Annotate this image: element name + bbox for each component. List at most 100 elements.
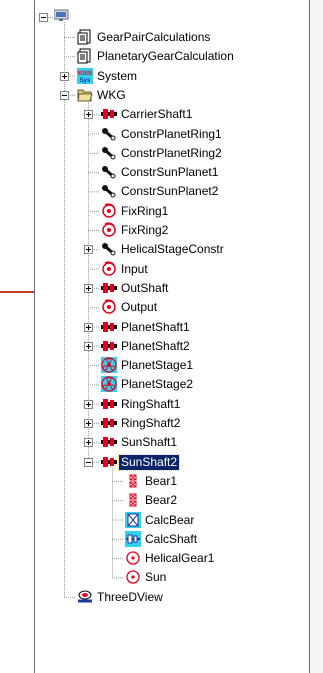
expand-toggle-system[interactable] <box>60 71 69 81</box>
tree-node-input[interactable]: Input <box>0 260 300 279</box>
gear-icon <box>125 569 141 585</box>
expand-toggle-helicalstageconstr[interactable] <box>84 245 93 255</box>
kiss-sys-icon: KISS Sys <box>77 67 93 84</box>
tree-node-output[interactable]: Output <box>0 298 300 317</box>
tree-node-label[interactable]: CalcShaft <box>143 532 199 547</box>
tree-node-bear1[interactable]: Bear1 <box>0 472 300 491</box>
expand-toggle-planetshaft1[interactable] <box>84 322 93 332</box>
tree-node-label[interactable]: Bear2 <box>143 493 179 508</box>
calc-shaft-icon <box>125 530 141 547</box>
tree-node-label[interactable]: PlanetShaft1 <box>119 320 192 335</box>
planet-stage-icon <box>101 376 117 393</box>
expand-toggle-ringshaft2[interactable] <box>84 419 93 428</box>
expand-toggle-sunshaft1[interactable] <box>84 438 93 448</box>
tree-node-constrplanetring1[interactable]: ConstrPlanetRing1 <box>0 125 300 144</box>
tree-node-planetshaft1[interactable]: PlanetShaft1 <box>0 318 300 337</box>
shaft-icon <box>101 454 117 470</box>
shaft-icon <box>101 338 117 354</box>
tree-node-label[interactable]: ConstrPlanetRing2 <box>119 146 224 161</box>
gear-icon <box>125 550 141 566</box>
tree-node-label[interactable]: FixRing2 <box>119 223 170 238</box>
shaft-icon <box>101 106 117 122</box>
tree-node-planetstage2[interactable]: PlanetStage2 <box>0 375 300 394</box>
tree-node-constrsunplanet2[interactable]: ConstrSunPlanet2 <box>0 182 300 201</box>
expand-toggle-outshaft[interactable] <box>84 283 93 293</box>
tree-node-label[interactable]: SunShaft1 <box>119 435 179 450</box>
tree-node-planetstage1[interactable]: PlanetStage1 <box>0 356 300 375</box>
tree-node-label[interactable]: CalcBear <box>143 513 196 528</box>
constraint-icon <box>101 126 117 142</box>
tree-node-carriershaft1[interactable]: CarrierShaft1 <box>0 105 300 124</box>
tree-node-label[interactable]: ConstrPlanetRing1 <box>119 127 224 142</box>
svg-text:Sys: Sys <box>80 78 91 84</box>
tree-node-bear2[interactable]: Bear2 <box>0 491 300 510</box>
tree-node-calcbear[interactable]: CalcBear <box>0 511 300 530</box>
tree-node-label[interactable]: PlanetaryGearCalculation <box>95 49 236 64</box>
tree-node-label[interactable]: PlanetStage2 <box>119 377 195 392</box>
tree-node-wkg[interactable]: WKG <box>0 86 300 105</box>
fix-icon <box>101 203 117 219</box>
tree-node-label[interactable]: PlanetShaft2 <box>119 339 192 354</box>
tree-node-ringshaft2[interactable]: RingShaft2 <box>0 414 300 433</box>
tree-node-label[interactable]: Output <box>119 300 159 315</box>
collapse-toggle-wkg[interactable] <box>60 90 69 100</box>
tree-node-planetshaft2[interactable]: PlanetShaft2 <box>0 337 300 356</box>
tree-root-icon <box>54 9 70 25</box>
bearing-icon <box>125 492 141 508</box>
tree-node-ringshaft1[interactable]: RingShaft1 <box>0 395 300 414</box>
tree-node-label[interactable]: CarrierShaft1 <box>119 107 194 122</box>
tree-node-label[interactable]: SunShaft2 <box>117 453 181 471</box>
tree-node-label[interactable]: Sun <box>143 570 168 585</box>
shaft-icon <box>101 396 117 412</box>
tree-node-label[interactable]: PlanetStage1 <box>119 358 195 373</box>
shaft-icon <box>101 280 117 296</box>
fix-icon <box>101 222 117 238</box>
tree-node-calcshaft[interactable]: CalcShaft <box>0 530 300 549</box>
tree-node-constrplanetring2[interactable]: ConstrPlanetRing2 <box>0 144 300 163</box>
tree-node-label[interactable]: Input <box>119 262 150 277</box>
expand-toggle-ringshaft1[interactable] <box>84 399 93 409</box>
collapse-toggle-sunshaft2[interactable] <box>84 457 93 467</box>
tree-node-label[interactable]: ConstrSunPlanet1 <box>119 165 220 180</box>
tree-node-fixring2[interactable]: FixRing2 <box>0 221 300 240</box>
tree-node-outshaft[interactable]: OutShaft <box>0 279 300 298</box>
document-icon <box>77 48 93 64</box>
document-icon <box>77 29 93 45</box>
calc-bearing-icon <box>125 511 141 528</box>
tree-node-label[interactable]: HelicalStageConstr <box>119 242 226 257</box>
expand-toggle-planetshaft2[interactable] <box>84 341 93 351</box>
expand-toggle-carriershaft1[interactable] <box>84 110 93 120</box>
tree-node-sunshaft2[interactable]: SunShaft2 <box>0 453 300 472</box>
tree-node-label[interactable]: ThreeDView <box>95 590 165 605</box>
tree-node-label[interactable]: WKG <box>95 88 128 103</box>
constraint-icon <box>101 145 117 161</box>
tree-node-fixring1[interactable]: FixRing1 <box>0 202 300 221</box>
tree-node-constrsunplanet1[interactable]: ConstrSunPlanet1 <box>0 163 300 182</box>
tree-node-label[interactable]: GearPairCalculations <box>95 30 212 45</box>
svg-text:KISS: KISS <box>78 71 92 77</box>
scrollbar-track[interactable] <box>310 0 323 673</box>
tree-node-helicalgear1[interactable]: HelicalGear1 <box>0 549 300 568</box>
tree-node-system[interactable]: KISS Sys System <box>0 67 300 86</box>
tree-node-helicalstageconstr[interactable]: HelicalStageConstr <box>0 240 300 259</box>
tree-node-sunshaft1[interactable]: SunShaft1 <box>0 433 300 452</box>
tree-node-label[interactable]: RingShaft1 <box>119 397 182 412</box>
tree-node-label[interactable]: ConstrSunPlanet2 <box>119 184 220 199</box>
tree-node-gearpaircalculations[interactable]: GearPairCalculations <box>0 28 300 47</box>
tree-node-threedview[interactable]: ThreeDView <box>0 588 300 607</box>
three-d-view-icon <box>77 589 93 605</box>
tree-node-label[interactable]: FixRing1 <box>119 204 170 219</box>
shaft-icon <box>101 415 117 431</box>
planet-stage-icon <box>101 357 117 374</box>
tree-node-label[interactable]: RingShaft2 <box>119 416 182 431</box>
tree-node-label[interactable]: System <box>95 69 139 84</box>
constraint-icon <box>101 183 117 199</box>
tree-node-sun[interactable]: Sun <box>0 568 300 587</box>
constraint-icon <box>101 164 117 180</box>
tree-node-planetarygearcalculation[interactable]: PlanetaryGearCalculation <box>0 47 300 66</box>
root-collapse-toggle[interactable] <box>39 13 48 22</box>
tree-node-label[interactable]: Bear1 <box>143 474 179 489</box>
tree-node-label[interactable]: OutShaft <box>119 281 170 296</box>
fix-icon <box>101 299 117 315</box>
tree-node-label[interactable]: HelicalGear1 <box>143 551 216 566</box>
